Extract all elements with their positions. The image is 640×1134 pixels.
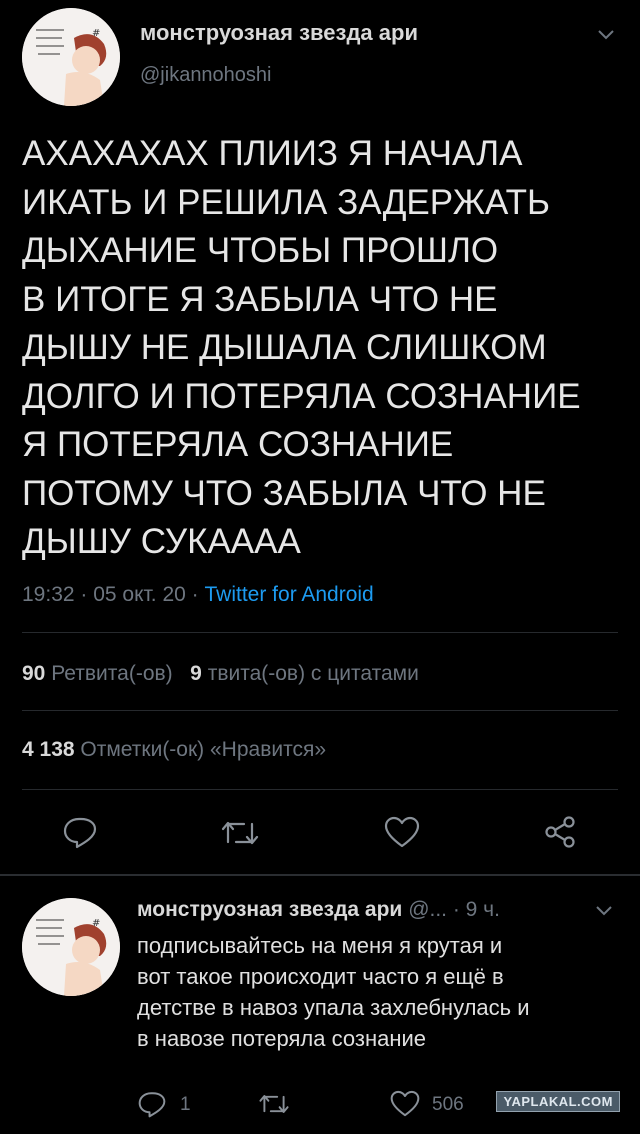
chevron-down-icon[interactable] (594, 904, 614, 918)
reply-text-line: детстве в навоз упала захлебнулась и (137, 995, 530, 1020)
tweet-text-line: ДОЛГО И ПОТЕРЯЛА СОЗНАНИЕ (22, 376, 581, 416)
svg-text:#: # (92, 918, 100, 929)
like-icon[interactable] (384, 816, 420, 848)
tweet-text-line: АХАХАХАХ ПЛИИЗ Я НАЧАЛА (22, 134, 523, 173)
reply-text-line: в навозе потеряла сознание (137, 1026, 426, 1051)
avatar[interactable]: # (22, 8, 120, 106)
tweet-text-line: ПОТОМУ ЧТО ЗАБЫЛА ЧТО НЕ (22, 473, 546, 513)
retweets-count[interactable]: 90 (22, 662, 45, 685)
svg-text:#: # (92, 28, 100, 39)
retweets-label[interactable]: Ретвита(-ов) (51, 662, 172, 685)
user-handle[interactable]: @jikannohoshi (140, 64, 272, 87)
reply-handle-time[interactable]: @... · 9 ч. (408, 898, 500, 921)
divider (0, 874, 640, 876)
divider (22, 789, 618, 790)
display-name[interactable]: монструозная звезда ари (140, 20, 418, 46)
reply-text-line: подписывайтесь на меня я крутая и (137, 933, 503, 958)
tweet-source-link[interactable]: Twitter for Android (205, 583, 374, 606)
likes-count[interactable]: 4 138 (22, 738, 75, 761)
tweet-text-line: ИКАТЬ И РЕШИЛА ЗАДЕРЖАТЬ (22, 182, 550, 222)
reply-icon[interactable] (137, 1090, 167, 1118)
divider (22, 632, 618, 633)
tweet-timestamp: 19:32 · 05 окт. 20 · (22, 583, 205, 606)
reply-icon[interactable] (62, 815, 98, 849)
like-count: 506 (432, 1094, 464, 1115)
like-icon[interactable] (390, 1090, 420, 1117)
divider (22, 710, 618, 711)
reply-text: подписывайтесь на меня я крутая и вот та… (137, 930, 530, 1054)
reply-header: монструозная звезда ари @... · 9 ч. (137, 898, 500, 922)
tweet-text-line: В ИТОГЕ Я ЗАБЫЛА ЧТО НЕ (22, 279, 498, 319)
avatar-illustration: # (22, 898, 120, 996)
quotes-count[interactable]: 9 (190, 662, 202, 685)
quotes-label[interactable]: твита(-ов) с цитатами (208, 662, 419, 685)
retweet-icon[interactable] (220, 818, 260, 848)
watermark: YAPLAKAL.COM (496, 1091, 620, 1112)
like-stats: 4 138 Отметки(-ок) «Нравится» (22, 738, 326, 762)
reply-avatar[interactable]: # (22, 898, 120, 996)
chevron-down-icon[interactable] (596, 28, 616, 42)
likes-label[interactable]: Отметки(-ок) «Нравится» (80, 738, 326, 761)
avatar-illustration: # (22, 8, 120, 106)
tweet-text-line: ДЫШУ СУКАААА (22, 522, 301, 561)
reply-display-name[interactable]: монструозная звезда ари (137, 898, 402, 921)
tweet-text-line: ДЫШУ НЕ ДЫШАЛА СЛИШКОМ (22, 328, 547, 367)
tweet-meta: 19:32 · 05 окт. 20 · Twitter for Android (22, 583, 374, 607)
share-icon[interactable] (542, 814, 578, 850)
tweet-text-line: ДЫХАНИЕ ЧТОБЫ ПРОШЛО (22, 231, 499, 270)
tweet-text: АХАХАХАХ ПЛИИЗ Я НАЧАЛА ИКАТЬ И РЕШИЛА З… (22, 130, 581, 567)
retweet-stats: 90 Ретвита(-ов) 9 твита(-ов) с цитатами (22, 662, 419, 686)
reply-count: 1 (180, 1094, 191, 1115)
reply-text-line: вот такое происходит часто я ещё в (137, 964, 504, 989)
tweet-text-line: Я ПОТЕРЯЛА СОЗНАНИЕ (22, 425, 454, 464)
retweet-icon[interactable] (258, 1092, 290, 1116)
